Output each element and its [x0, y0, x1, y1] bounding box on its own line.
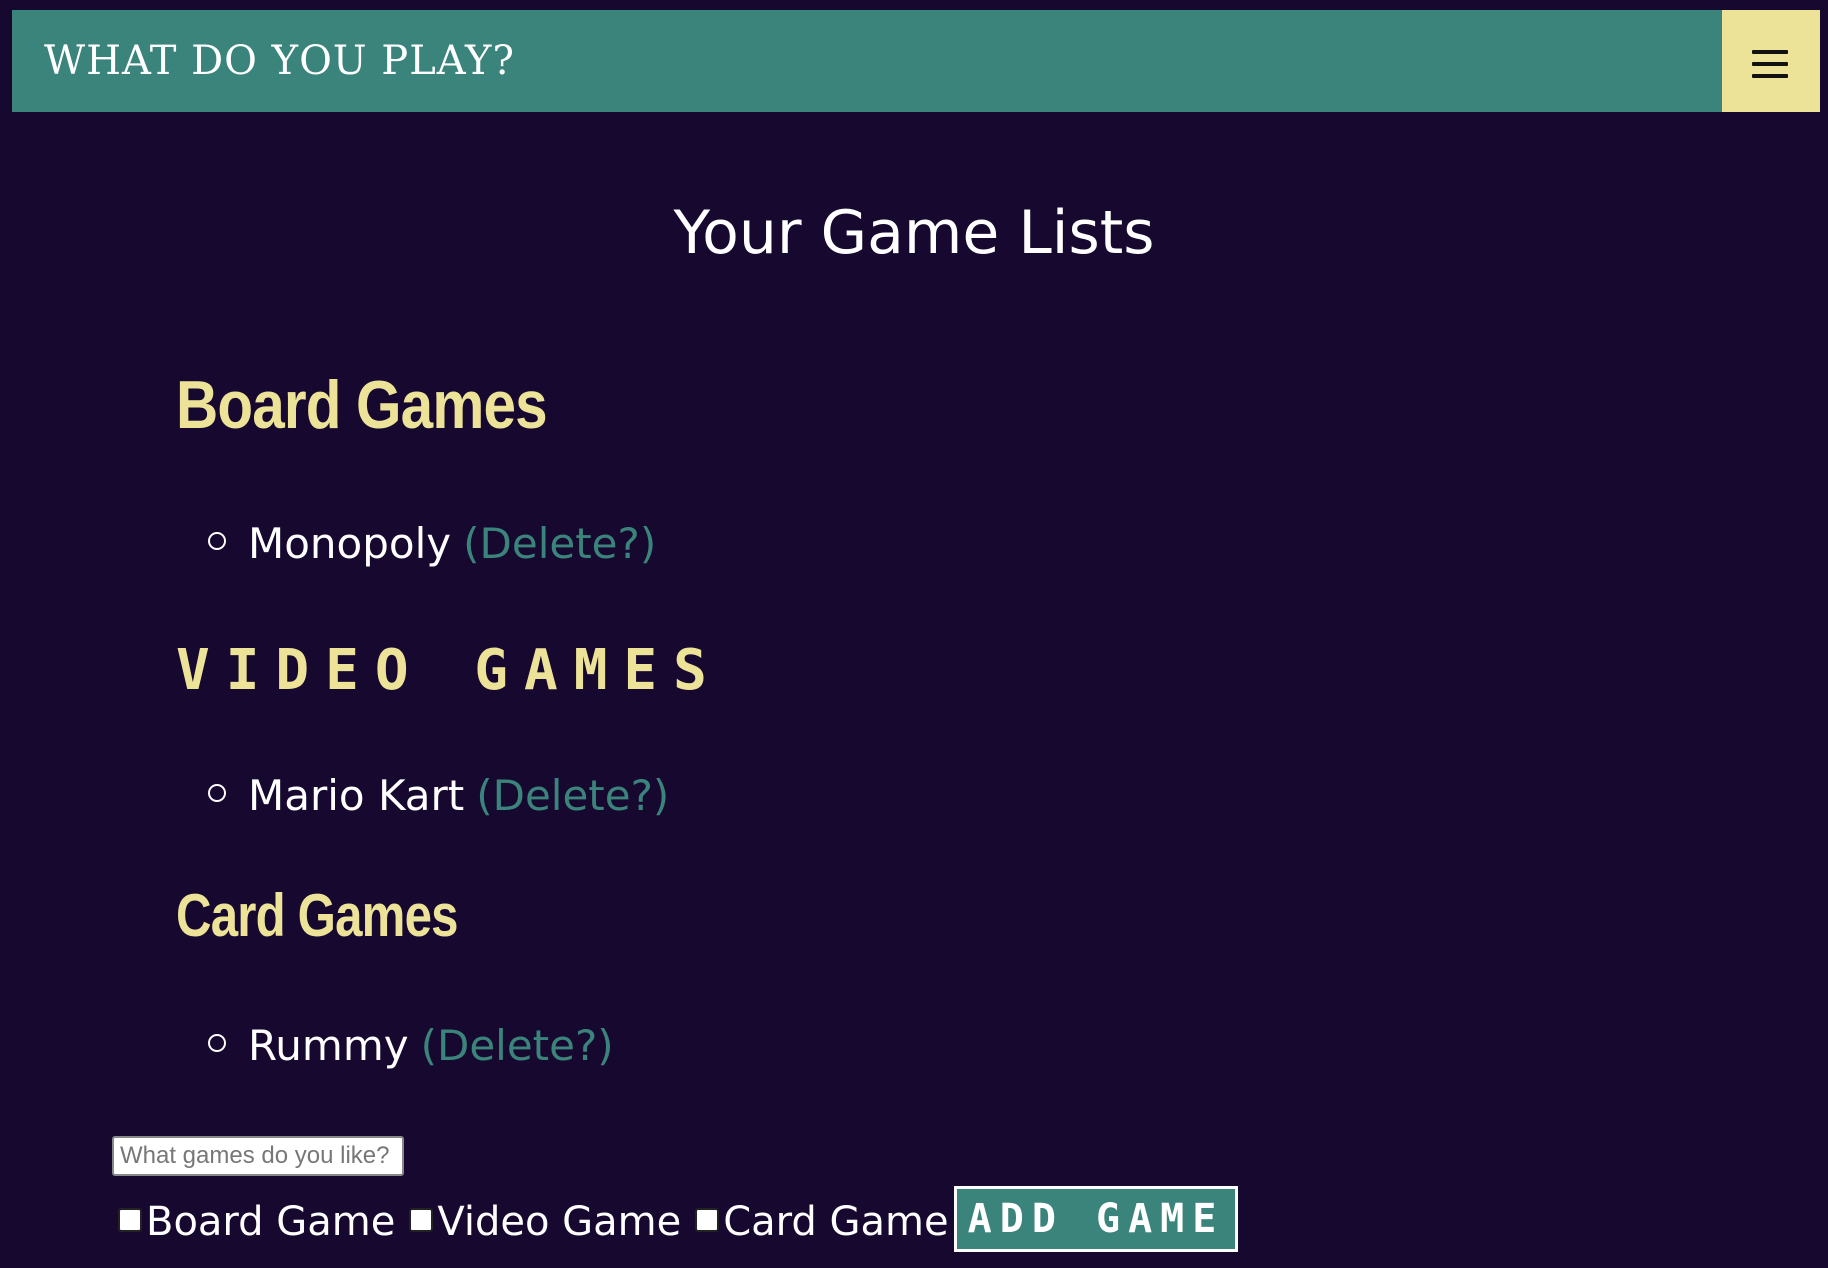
board-game-checkbox[interactable]	[118, 1208, 142, 1232]
category-heading-card-games: Card Games	[176, 882, 458, 949]
category-heading-board-games: Board Games	[176, 367, 548, 443]
game-name: Mario Kart	[248, 771, 465, 820]
card-game-checkbox-label: Card Game	[723, 1199, 949, 1245]
card-game-checkbox[interactable]	[695, 1208, 720, 1232]
delete-link[interactable]: (Delete?)	[463, 519, 656, 568]
game-name: Monopoly	[248, 519, 452, 568]
circle-bullet-icon	[208, 1033, 226, 1052]
delete-link[interactable]: (Delete?)	[421, 1021, 614, 1070]
list-item: Mario Kart (Delete?)	[208, 766, 669, 826]
category-checkboxes: Board Game Video Game Card Game	[118, 1192, 963, 1252]
list-item: Monopoly (Delete?)	[208, 514, 656, 574]
list-item: Rummy (Delete?)	[208, 1016, 614, 1076]
brand-title[interactable]: WHAT DO YOU PLAY?	[44, 10, 515, 112]
delete-link[interactable]: (Delete?)	[476, 771, 669, 820]
board-game-checkbox-label: Board Game	[146, 1199, 396, 1245]
category-heading-video-games: Video Games	[176, 638, 723, 703]
video-game-checkbox-label: Video Game	[437, 1199, 682, 1245]
circle-bullet-icon	[208, 783, 226, 802]
circle-bullet-icon	[208, 531, 226, 550]
page-title: Your Game Lists	[673, 198, 1155, 268]
add-game-button[interactable]: Add Game	[954, 1186, 1238, 1252]
game-name-input[interactable]	[112, 1136, 404, 1176]
hamburger-menu-icon	[1752, 50, 1788, 80]
video-game-checkbox[interactable]	[409, 1208, 434, 1232]
menu-button[interactable]	[1722, 10, 1820, 112]
navbar: WHAT DO YOU PLAY?	[12, 10, 1820, 112]
game-name: Rummy	[248, 1021, 409, 1070]
